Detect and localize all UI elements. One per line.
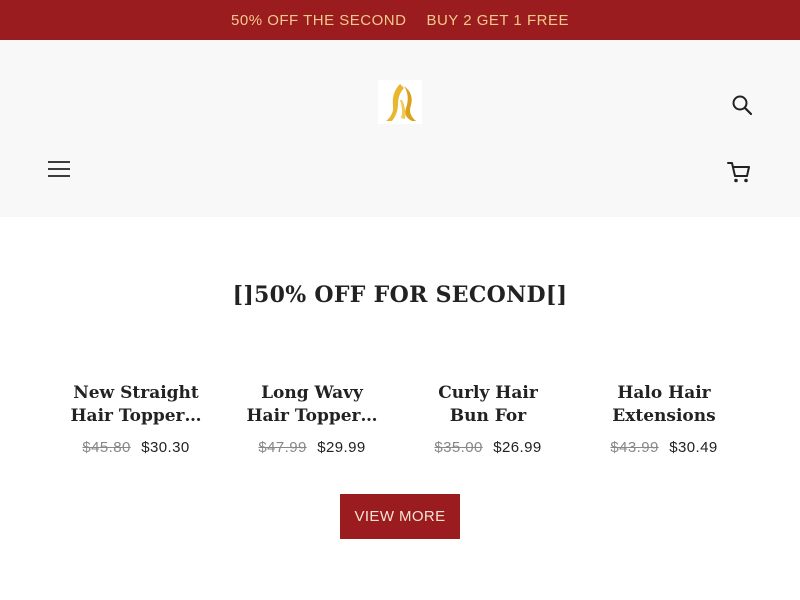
- product-name[interactable]: New Straight Hair Topper…: [66, 382, 206, 428]
- product-prices: $45.80 $30.30: [48, 439, 224, 456]
- menu-button[interactable]: [46, 158, 72, 180]
- product-price: $30.30: [141, 439, 190, 456]
- product-prices: $43.99 $30.49: [576, 439, 752, 456]
- product-name[interactable]: Long Wavy Hair Topper…: [242, 382, 382, 428]
- store-logo[interactable]: [378, 80, 422, 124]
- product-old-price: $35.00: [434, 439, 483, 456]
- product-name[interactable]: Curly Hair Bun For Women…: [418, 382, 558, 428]
- cart-button[interactable]: [726, 159, 752, 185]
- view-more-button[interactable]: VIEW MORE: [340, 494, 460, 539]
- section-title: []50% OFF FOR SECOND[]: [232, 282, 568, 308]
- product-price: $26.99: [493, 439, 542, 456]
- product-prices: $35.00 $26.99: [400, 439, 576, 456]
- hair-silhouette-logo-icon: [386, 84, 416, 121]
- product-price: $29.99: [317, 439, 366, 456]
- site-header: [0, 40, 800, 217]
- product-card[interactable]: Long Wavy Hair Topper… $47.99 $29.99: [224, 382, 400, 472]
- product-prices: $47.99 $29.99: [224, 439, 400, 456]
- search-button[interactable]: [730, 93, 754, 117]
- product-card[interactable]: Curly Hair Bun For Women… $35.00 $26.99: [400, 382, 576, 472]
- product-old-price: $45.80: [82, 439, 131, 456]
- product-card[interactable]: Halo Hair Extensions fo… $43.99 $30.49: [576, 382, 752, 472]
- product-grid: New Straight Hair Topper… $45.80 $30.30 …: [48, 382, 752, 472]
- announcement-bar: 50% OFF THE SECOND BUY 2 GET 1 FREE: [0, 0, 800, 40]
- product-price: $30.49: [669, 439, 718, 456]
- announcement-message-2: BUY 2 GET 1 FREE: [426, 11, 569, 29]
- search-icon: [732, 95, 753, 116]
- product-old-price: $43.99: [610, 439, 659, 456]
- product-card[interactable]: New Straight Hair Topper… $45.80 $30.30: [48, 382, 224, 472]
- hamburger-menu-icon: [48, 161, 70, 177]
- product-name[interactable]: Halo Hair Extensions fo…: [594, 382, 734, 428]
- announcement-message-1: 50% OFF THE SECOND: [231, 11, 407, 29]
- cart-icon: [727, 162, 750, 183]
- product-old-price: $47.99: [258, 439, 307, 456]
